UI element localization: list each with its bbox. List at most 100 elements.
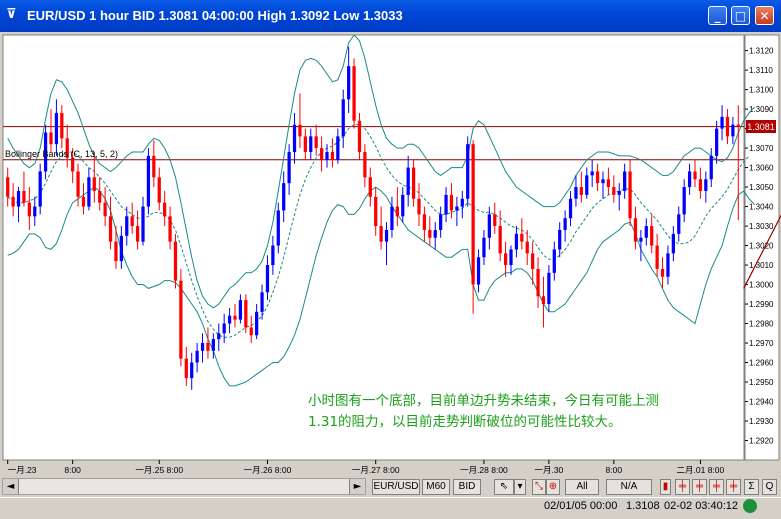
candle-body [114,241,118,262]
candle-body [303,136,307,152]
candle-body [211,339,215,351]
sigma-icon[interactable]: Σ [744,479,759,495]
candle-body [476,257,481,285]
candle-body [271,245,275,266]
candle-body [341,99,345,137]
candle-body [49,132,53,145]
candle-body [336,136,340,160]
tool-icon[interactable]: ⤡ [532,479,546,495]
maximize-button[interactable]: □ [731,6,750,25]
candle-body [352,66,356,121]
candle-body [568,198,573,219]
candle [352,58,356,129]
candle-body [520,233,524,242]
status-datetime: 02/01/05 00:00 [544,500,618,512]
grid-icon[interactable]: ╪ [709,479,724,495]
candle-body [38,171,42,207]
line-chart-icon[interactable]: ╪ [692,479,707,495]
candle-body [644,226,648,238]
candle-body [531,253,535,269]
candle-body [108,216,113,242]
na-button[interactable]: N/A [606,479,652,495]
candle-body [330,151,335,160]
y-tick-label: 1.2990 [749,300,774,309]
candle [173,233,178,289]
y-tick-label: 1.3120 [749,47,774,56]
candle-body [179,280,183,359]
minimize-button[interactable]: _ [708,6,727,25]
price-chart[interactable]: 1.31201.31101.31001.30901.30801.30701.30… [0,32,781,477]
candle-body [184,358,188,379]
candle-body [357,120,362,152]
q-button[interactable]: Q [762,479,777,495]
indicator-icon[interactable]: ╪ [726,479,741,495]
candle-body [233,315,237,320]
candle-body [287,151,291,184]
candle-body [309,136,313,152]
candle-body [260,292,264,312]
chart-scrollbar[interactable]: ◄ ► [2,478,366,495]
candle-body [141,206,145,242]
candle-body [87,177,91,207]
candle-icon[interactable]: ▮ [660,479,671,495]
candle-body [255,311,259,336]
candle-body [130,216,134,227]
candle-body [682,187,686,215]
candle-body [715,128,719,156]
y-tick-label: 1.3040 [749,203,774,212]
y-tick-label: 1.3100 [749,86,774,95]
candle-body [411,167,416,199]
candle-body [606,179,611,188]
candle-body [693,171,697,180]
candle-body [103,202,107,217]
x-tick-label: 一月.27 8:00 [352,465,400,475]
candle-body [552,249,556,273]
zoom-icon[interactable]: ⊕ [546,479,560,495]
candle-body [314,136,318,149]
close-button[interactable]: ✕ [755,6,774,25]
candle-body [384,229,389,242]
candle-body [503,253,508,266]
candle-body [16,190,21,207]
candle-body [666,253,670,277]
price-tag: 1.3081 [746,120,776,133]
all-button[interactable]: All [565,479,599,495]
price-type-button[interactable]: BID [453,479,481,495]
title-bar[interactable]: ⊽ EUR/USD 1 hour BID 1.3081 04:00:00 Hig… [0,0,781,32]
y-tick-label: 1.3070 [749,144,774,153]
x-tick-label: 一月.26 8:00 [244,465,292,475]
candle-body [639,237,643,242]
connection-icon [743,499,757,513]
indicator-label: Bollinger Bands (C, 13, 5, 2) [5,149,118,159]
candle-body [677,214,681,234]
candle-body [471,144,475,285]
candle-body [282,183,286,211]
candle-body [736,124,740,127]
y-tick-label: 1.3030 [749,222,774,231]
y-tick-label: 1.3050 [749,183,774,192]
period-button[interactable]: M60 [422,479,450,495]
candle-body [466,144,470,199]
candle-body [574,187,578,199]
candle-body [731,124,735,137]
candle-body [623,171,627,191]
annotation-line-1: 小时图有一个底部，目前单边升势未结束，今日有可能上测 [308,392,659,409]
chevron-down-icon[interactable]: ▾ [514,479,526,495]
scroll-right-button[interactable]: ► [349,479,365,494]
candle-body [628,171,632,219]
candle-body [422,214,427,230]
y-tick-label: 1.2920 [749,437,774,446]
symbol-button[interactable]: EUR/USD [372,479,420,495]
cursor-icon[interactable]: ⇖ [494,479,514,495]
x-tick-label: 一月.25 8:00 [135,465,183,475]
candle-body [547,272,551,305]
scroll-left-button[interactable]: ◄ [3,479,19,494]
bar-chart-icon[interactable]: ╪ [675,479,690,495]
status-date: 02-02 03:40:12 [664,500,739,512]
y-tick-label: 1.2980 [749,320,774,329]
y-tick-label: 1.3110 [749,66,773,75]
candle-body [173,241,178,281]
candle-body [650,226,654,246]
candle-body [633,218,638,242]
annotation-line-2: 1.31的阻力，以目前走势判断破位的可能性比较大。 [308,413,622,430]
